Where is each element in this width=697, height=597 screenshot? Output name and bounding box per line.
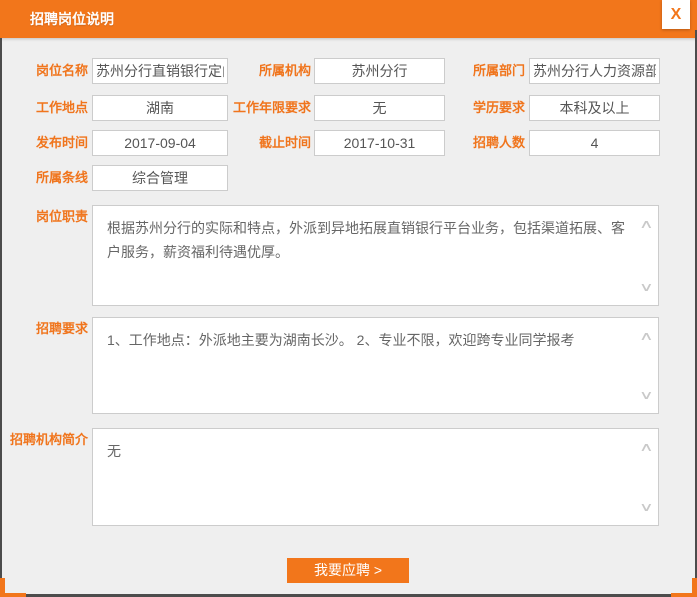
scroll-up-icon[interactable]: ∧ <box>639 329 654 343</box>
job-duties-textarea[interactable]: 根据苏州分行的实际和特点，外派到异地拓展直销银行平台业务，包括渠道拓展、客户服务… <box>92 205 659 306</box>
job-title-label: 岗位名称 <box>10 58 88 84</box>
headcount-input[interactable] <box>529 130 660 156</box>
work-location-input[interactable] <box>92 95 228 121</box>
scroll-up-icon[interactable]: ∧ <box>639 217 654 231</box>
department-input[interactable] <box>529 58 660 84</box>
field-job-title: 岗位名称 <box>10 58 228 84</box>
dialog-title: 招聘岗位说明 <box>30 0 114 38</box>
job-duties-area: 根据苏州分行的实际和特点，外派到异地拓展直销银行平台业务，包括渠道拓展、客户服务… <box>92 205 659 306</box>
field-work-location: 工作地点 <box>10 95 228 121</box>
field-publish-date: 发布时间 <box>10 130 228 156</box>
field-deadline: 截止时间 <box>225 130 445 156</box>
organization-intro-area: 无 ∧ ∨ <box>92 428 659 526</box>
scroll-down-icon[interactable]: ∨ <box>639 500 654 514</box>
organization-intro-label: 招聘机构简介 <box>10 432 88 448</box>
field-department: 所属部门 <box>440 58 660 84</box>
field-experience-requirement: 工作年限要求 <box>225 95 445 121</box>
deadline-label: 截止时间 <box>225 130 311 156</box>
scroll-down-icon[interactable]: ∨ <box>639 280 654 294</box>
recruitment-requirements-label: 招聘要求 <box>10 321 88 337</box>
scroll-down-icon[interactable]: ∨ <box>639 388 654 402</box>
page-corner-bottom-right <box>671 593 697 597</box>
apply-button[interactable]: 我要应聘 > <box>287 558 409 583</box>
publish-date-input[interactable] <box>92 130 228 156</box>
organization-label: 所属机构 <box>225 58 311 84</box>
education-requirement-label: 学历要求 <box>440 95 525 121</box>
field-headcount: 招聘人数 <box>440 130 660 156</box>
organization-input[interactable] <box>314 58 445 84</box>
dialog-header: 招聘岗位说明 <box>0 0 697 38</box>
organization-intro-textarea[interactable]: 无 <box>92 428 659 526</box>
scroll-up-icon[interactable]: ∧ <box>639 440 654 454</box>
close-icon[interactable]: X <box>662 0 690 29</box>
job-title-input[interactable] <box>92 58 228 84</box>
business-line-input[interactable] <box>92 165 228 191</box>
education-requirement-input[interactable] <box>529 95 660 121</box>
field-business-line: 所属条线 <box>10 165 228 191</box>
experience-requirement-label: 工作年限要求 <box>225 95 311 121</box>
work-location-label: 工作地点 <box>10 95 88 121</box>
job-detail-dialog: 招聘岗位说明 X 岗位名称 所属机构 所属部门 工作地点 工作年限要求 学历要求… <box>0 0 697 597</box>
recruitment-requirements-textarea[interactable]: 1、工作地点：外派地主要为湖南长沙。 2、专业不限，欢迎跨专业同学报考 <box>92 317 659 414</box>
page-corner-bottom-left <box>0 593 26 597</box>
experience-requirement-input[interactable] <box>314 95 445 121</box>
deadline-input[interactable] <box>314 130 445 156</box>
page-edge-left <box>0 38 2 597</box>
job-duties-label: 岗位职责 <box>10 209 88 225</box>
business-line-label: 所属条线 <box>10 165 88 191</box>
publish-date-label: 发布时间 <box>10 130 88 156</box>
field-education-requirement: 学历要求 <box>440 95 660 121</box>
headcount-label: 招聘人数 <box>440 130 525 156</box>
department-label: 所属部门 <box>440 58 525 84</box>
field-organization: 所属机构 <box>225 58 445 84</box>
recruitment-requirements-area: 1、工作地点：外派地主要为湖南长沙。 2、专业不限，欢迎跨专业同学报考 ∧ ∨ <box>92 317 659 414</box>
